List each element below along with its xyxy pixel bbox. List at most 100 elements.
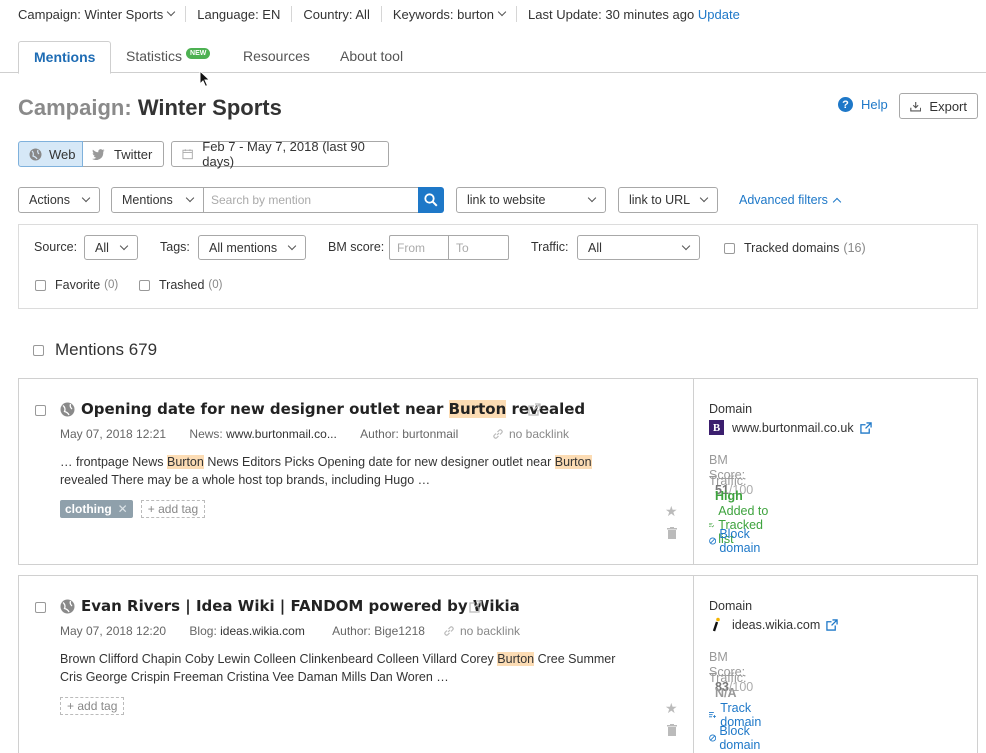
trash-icon[interactable] bbox=[667, 527, 677, 539]
snippet-text: … frontpage News bbox=[60, 455, 167, 469]
block-domain-link[interactable]: Block domain bbox=[709, 527, 765, 555]
chevron-down-icon bbox=[185, 193, 195, 203]
download-icon bbox=[910, 101, 922, 112]
star-icon[interactable]: ★ bbox=[665, 700, 678, 717]
twitter-icon bbox=[92, 148, 105, 160]
trashed-checkbox[interactable]: Trashed (0) bbox=[139, 278, 222, 292]
tab-resources[interactable]: Resources bbox=[228, 41, 325, 73]
language-label: Language: EN bbox=[186, 6, 293, 22]
select-all-checkbox[interactable] bbox=[33, 344, 44, 356]
help-link[interactable]: ? Help bbox=[838, 97, 888, 112]
tab-statistics[interactable]: Statistics NEW bbox=[111, 41, 225, 73]
traffic-label: Traffic: bbox=[709, 671, 747, 685]
bm-score-from-input[interactable]: From bbox=[389, 235, 449, 260]
date-range-button[interactable]: Feb 7 - May 7, 2018 (last 90 days) bbox=[171, 139, 389, 169]
checkbox[interactable] bbox=[139, 279, 150, 291]
mentions-dropdown[interactable]: Mentions bbox=[111, 187, 204, 213]
tags-filter-dropdown[interactable]: All mentions bbox=[198, 235, 306, 260]
tab-about-tool[interactable]: About tool bbox=[325, 41, 418, 73]
twitter-toggle-button[interactable]: Twitter bbox=[83, 141, 164, 167]
checkbox[interactable] bbox=[35, 279, 46, 291]
snippet-text: News Editors Picks Opening date for new … bbox=[203, 455, 555, 469]
mention-snippet: … frontpage News Burton News Editors Pic… bbox=[60, 453, 680, 489]
export-button[interactable]: Export bbox=[899, 93, 978, 119]
mention-snippet: Brown Clifford Chapin Coby Lewin Colleen… bbox=[60, 650, 680, 686]
tracked-domains-checkbox[interactable]: Tracked domains (16) bbox=[724, 241, 866, 255]
keywords-select[interactable]: Keywords: burton bbox=[382, 6, 518, 22]
add-tag-button[interactable]: + add tag bbox=[140, 500, 206, 518]
external-link-icon[interactable] bbox=[528, 403, 541, 416]
star-icon[interactable]: ★ bbox=[665, 503, 678, 520]
traffic: Traffic: N/A bbox=[709, 670, 747, 700]
help-icon: ? bbox=[838, 97, 853, 112]
keywords-select-label: Keywords: burton bbox=[392, 6, 495, 22]
chevron-up-icon bbox=[832, 197, 842, 206]
mention-card: Evan Rivers | Idea Wiki | FANDOM powered… bbox=[18, 575, 978, 753]
mention-checkbox[interactable] bbox=[35, 405, 46, 416]
keyword-highlight: Burton bbox=[497, 652, 535, 666]
last-update: Last Update: 30 minutes ago Update bbox=[517, 6, 751, 22]
mention-title-link[interactable]: Evan Rivers | Idea Wiki | FANDOM powered… bbox=[81, 597, 520, 615]
domain-name: ideas.wikia.com bbox=[732, 617, 821, 632]
web-toggle-button[interactable]: Web bbox=[18, 141, 83, 167]
link-to-url-dropdown[interactable]: link to URL bbox=[618, 187, 718, 213]
close-icon[interactable]: ✕ bbox=[118, 500, 128, 518]
tracked-domains-label: Tracked domains bbox=[744, 241, 840, 255]
top-bar: Campaign: Winter Sports Language: EN Cou… bbox=[18, 0, 751, 28]
link-to-website-dropdown[interactable]: link to website bbox=[456, 187, 606, 213]
new-badge: NEW bbox=[186, 48, 211, 59]
tags-row: clothing ✕ + add tag bbox=[60, 500, 206, 518]
globe-icon bbox=[60, 599, 75, 614]
actions-dropdown[interactable]: Actions bbox=[18, 187, 100, 213]
bm-score-to-input[interactable]: To bbox=[448, 235, 509, 260]
search-input[interactable]: Search by mention bbox=[203, 187, 419, 213]
update-link[interactable]: Update bbox=[698, 7, 740, 22]
source-toggle: Web Twitter bbox=[18, 141, 164, 167]
keyword-highlight: Burton bbox=[554, 455, 592, 469]
search-placeholder: Search by mention bbox=[211, 193, 312, 207]
title-prefix: Campaign: bbox=[18, 95, 132, 120]
trash-icon[interactable] bbox=[667, 724, 677, 736]
mentions-dropdown-label: Mentions bbox=[122, 193, 173, 207]
domain-link[interactable]: ideas.wikia.com bbox=[709, 617, 838, 632]
advanced-filters-toggle[interactable]: Advanced filters bbox=[739, 193, 842, 207]
snippet-text: Cris George Crispin Freeman Cristina Vee… bbox=[60, 670, 449, 684]
chevron-down-icon bbox=[587, 193, 597, 203]
external-link-icon[interactable] bbox=[469, 600, 482, 613]
domain-link[interactable]: B www.burtonmail.co.uk bbox=[709, 420, 872, 435]
source-filter-label: Source: bbox=[34, 240, 78, 254]
search-button[interactable] bbox=[418, 187, 444, 213]
checkbox[interactable] bbox=[724, 242, 735, 254]
mention-checkbox[interactable] bbox=[35, 602, 46, 613]
domain-panel: Domain ideas.wikia.com BM Score: 83/100 … bbox=[693, 576, 838, 753]
add-tag-button[interactable]: + add tag bbox=[60, 697, 125, 715]
block-domain-link[interactable]: Block domain bbox=[709, 724, 765, 752]
link-icon bbox=[444, 626, 454, 636]
twitter-label: Twitter bbox=[114, 146, 153, 162]
chevron-down-icon bbox=[699, 193, 709, 203]
favorite-checkbox[interactable]: Favorite (0) bbox=[35, 278, 118, 292]
snippet-text: Brown Clifford Chapin Coby Lewin Colleen… bbox=[60, 652, 498, 666]
source-filter-dropdown[interactable]: All bbox=[84, 235, 138, 260]
keyword-highlight: Burton bbox=[448, 400, 507, 418]
calendar-icon bbox=[182, 149, 193, 160]
traffic-filter-dropdown[interactable]: All bbox=[577, 235, 700, 260]
traffic-filter-value: All bbox=[588, 240, 602, 255]
tab-mentions[interactable]: Mentions bbox=[18, 41, 112, 74]
favorite-label: Favorite bbox=[55, 278, 101, 292]
external-link-icon bbox=[826, 618, 838, 631]
tracked-domains-count: (16) bbox=[843, 241, 866, 255]
mention-source: www.burtonmail.co... bbox=[226, 427, 337, 441]
mention-title-text-end: revealed bbox=[506, 400, 586, 418]
tag-chip[interactable]: clothing ✕ bbox=[60, 500, 133, 518]
globe-icon bbox=[60, 402, 75, 417]
mention-meta: May 07, 2018 12:20 Blog: ideas.wikia.com… bbox=[60, 624, 425, 638]
mention-title-link[interactable]: Opening date for new designer outlet nea… bbox=[81, 400, 585, 418]
campaign-select[interactable]: Campaign: Winter Sports bbox=[18, 6, 187, 22]
search-icon bbox=[424, 193, 438, 207]
external-link-icon bbox=[859, 421, 872, 434]
link-to-website-label: link to website bbox=[467, 193, 546, 207]
language-text: Language: EN bbox=[197, 6, 281, 22]
advanced-filters-label: Advanced filters bbox=[739, 193, 828, 207]
backlink-status: no backlink bbox=[492, 427, 569, 441]
